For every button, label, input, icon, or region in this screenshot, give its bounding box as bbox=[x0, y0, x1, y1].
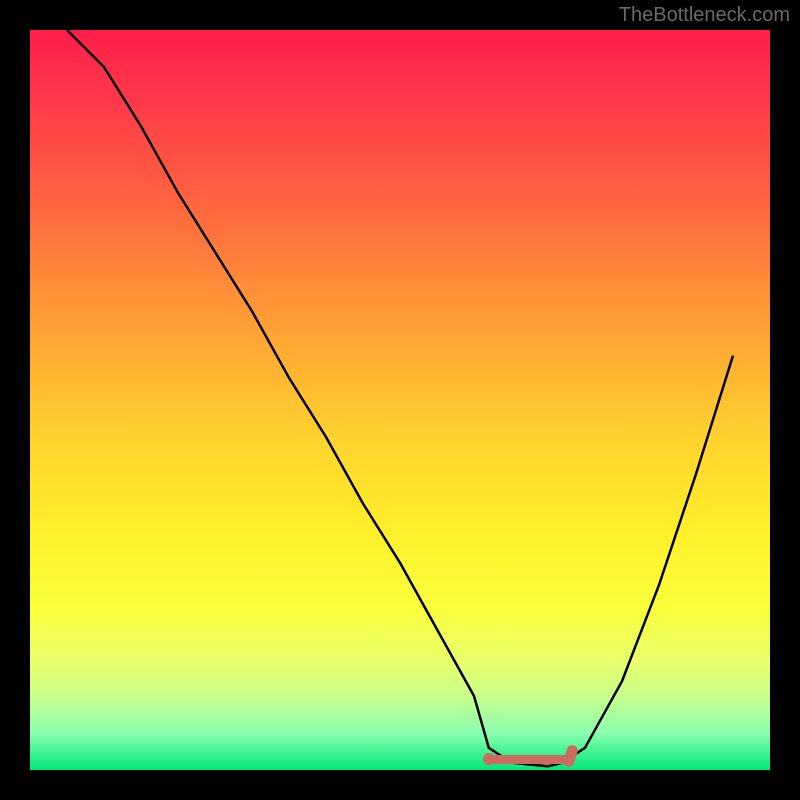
bottleneck-curve bbox=[67, 30, 733, 766]
attribution-text: TheBottleneck.com bbox=[619, 4, 790, 27]
plot-area bbox=[30, 30, 770, 770]
curve-svg bbox=[30, 30, 770, 770]
optimal-range-bar bbox=[489, 755, 570, 764]
